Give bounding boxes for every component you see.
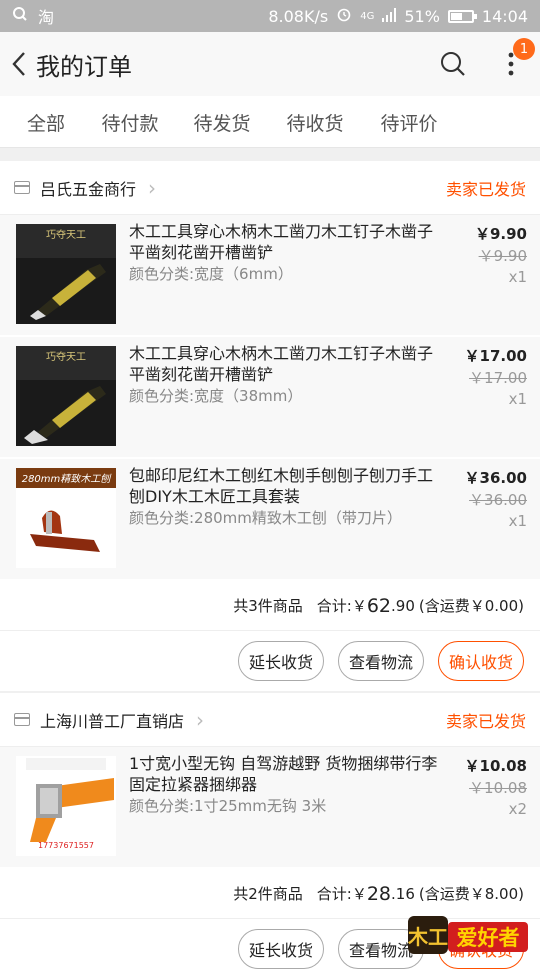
more-vertical-icon bbox=[508, 51, 514, 77]
battery-percent: 51% bbox=[404, 7, 440, 26]
tab-pending-receipt[interactable]: 待收货 bbox=[269, 96, 361, 148]
original-price: ￥9.90 bbox=[479, 245, 527, 266]
product-price: ￥17.00 bbox=[465, 345, 527, 366]
original-price: ￥36.00 bbox=[469, 489, 527, 510]
total-integer: 28 bbox=[367, 883, 391, 905]
notification-badge: 1 bbox=[513, 38, 535, 60]
view-logistics-button[interactable]: 查看物流 bbox=[338, 641, 424, 681]
product-quantity: x1 bbox=[509, 390, 527, 408]
total-integer: 62 bbox=[367, 595, 391, 617]
tab-all[interactable]: 全部 bbox=[10, 96, 82, 148]
search-button[interactable] bbox=[424, 32, 482, 96]
watermark-logo: 木工 爱好者 bbox=[408, 912, 530, 956]
back-arrow-icon bbox=[11, 51, 27, 77]
back-button[interactable] bbox=[4, 32, 34, 96]
product-image: 17737671557 bbox=[16, 756, 116, 856]
product-image-text: 17737671557 bbox=[38, 841, 94, 850]
chevron-right-icon: › bbox=[196, 708, 204, 732]
alarm-icon bbox=[336, 6, 352, 26]
product-quantity: x2 bbox=[509, 800, 527, 818]
product-image: 巧夺天工 bbox=[16, 224, 116, 324]
product-image-text: 巧夺天工 bbox=[46, 228, 86, 241]
product-image: 巧夺天工 bbox=[16, 346, 116, 446]
shipping-fee: (含运费￥8.00) bbox=[419, 883, 524, 904]
order-tabs: 全部 待付款 待发货 待收货 待评价 bbox=[0, 96, 540, 148]
shop-name: 上海川普工厂直销店 bbox=[40, 708, 184, 732]
product-image-text: 280mm精致木工刨 bbox=[22, 473, 113, 485]
signal-icon bbox=[382, 7, 396, 26]
battery-icon bbox=[448, 10, 474, 23]
order-actions: 延长收货 查看物流 确认收货 bbox=[0, 631, 540, 691]
search-icon bbox=[440, 51, 466, 77]
status-bar: 淘 8.08K/s 4G 51% 14:04 bbox=[0, 0, 540, 32]
watermark-text: 爱好者 bbox=[457, 926, 520, 950]
tab-pending-payment[interactable]: 待付款 bbox=[94, 96, 166, 148]
product-quantity: x1 bbox=[509, 512, 527, 530]
shop-name: 吕氏五金商行 bbox=[40, 176, 136, 200]
product-title: 1寸宽小型无钩 自驾游越野 货物捆绑带行李固定拉紧器捆绑器 bbox=[129, 753, 439, 795]
product-title: 包邮印尼红木工刨红木刨手刨刨子刨刀手工刨DIY木工木匠工具套装 bbox=[129, 465, 439, 507]
product-title: 木工工具穿心木柄木工凿刀木工钉子木凿子平凿刻花凿开槽凿铲 bbox=[129, 221, 439, 263]
more-button[interactable]: 1 bbox=[482, 32, 540, 96]
order-summary: 共3件商品 合计: ￥ 62 .90 (含运费￥0.00) bbox=[0, 581, 540, 631]
battery-level bbox=[451, 13, 462, 20]
original-price: ￥17.00 bbox=[469, 367, 527, 388]
order-item[interactable]: 巧夺天工 木工工具穿心木柄木工凿刀木工钉子木凿子平凿刻花凿开槽凿铲 颜色分类:宽… bbox=[0, 215, 540, 337]
product-image-text: 巧夺天工 bbox=[46, 350, 86, 363]
extend-receipt-button[interactable]: 延长收货 bbox=[238, 929, 324, 969]
product-spec: 颜色分类:280mm精致木工刨（带刀片） bbox=[129, 507, 402, 528]
product-quantity: x1 bbox=[509, 268, 527, 286]
total-label: 合计: bbox=[317, 883, 352, 904]
product-image: 280mm精致木工刨 bbox=[16, 468, 116, 568]
total-decimal: .90 bbox=[391, 597, 415, 615]
chevron-right-icon: › bbox=[148, 176, 156, 200]
total-currency: ￥ bbox=[352, 883, 367, 904]
order-item[interactable]: 17737671557 1寸宽小型无钩 自驾游越野 货物捆绑带行李固定拉紧器捆绑… bbox=[0, 747, 540, 869]
product-spec: 颜色分类:宽度（38mm） bbox=[129, 385, 302, 406]
order-item[interactable]: 巧夺天工 木工工具穿心木柄木工凿刀木工钉子木凿子平凿刻花凿开槽凿铲 颜色分类:宽… bbox=[0, 337, 540, 459]
product-price: ￥36.00 bbox=[465, 467, 527, 488]
app-header: 我的订单 1 bbox=[0, 32, 540, 96]
product-price: ￥9.90 bbox=[475, 223, 527, 244]
original-price: ￥10.08 bbox=[469, 777, 527, 798]
store-icon bbox=[14, 713, 30, 726]
order-card: 吕氏五金商行 › 卖家已发货 巧夺天工 木工工具穿心木柄木工凿刀木工钉子木凿子平… bbox=[0, 161, 540, 691]
store-icon bbox=[14, 181, 30, 194]
shipping-fee: (含运费￥0.00) bbox=[419, 595, 524, 616]
tab-pending-review[interactable]: 待评价 bbox=[370, 96, 448, 148]
taobao-status-icon: 淘 bbox=[38, 4, 54, 28]
confirm-receipt-button[interactable]: 确认收货 bbox=[438, 641, 524, 681]
watermark-logo-text: 木工 bbox=[408, 925, 448, 949]
network-speed: 8.08K/s bbox=[268, 7, 328, 26]
product-spec: 颜色分类:宽度（6mm） bbox=[129, 263, 293, 284]
item-count: 共2件商品 bbox=[233, 883, 303, 904]
shop-header[interactable]: 吕氏五金商行 › 卖家已发货 bbox=[0, 161, 540, 215]
total-decimal: .16 bbox=[391, 885, 415, 903]
search-status-icon bbox=[12, 6, 28, 26]
product-title: 木工工具穿心木柄木工凿刀木工钉子木凿子平凿刻花凿开槽凿铲 bbox=[129, 343, 439, 385]
clock: 14:04 bbox=[482, 7, 528, 26]
product-price: ￥10.08 bbox=[465, 755, 527, 776]
order-status: 卖家已发货 bbox=[446, 176, 526, 200]
product-spec: 颜色分类:1寸25mm无钩 3米 bbox=[129, 795, 326, 816]
order-status: 卖家已发货 bbox=[446, 708, 526, 732]
tab-pending-shipment[interactable]: 待发货 bbox=[186, 96, 258, 148]
order-item[interactable]: 280mm精致木工刨 包邮印尼红木工刨红木刨手刨刨子刨刀手工刨DIY木工木匠工具… bbox=[0, 459, 540, 581]
page-title: 我的订单 bbox=[36, 47, 132, 82]
total-currency: ￥ bbox=[352, 595, 367, 616]
network-type: 4G bbox=[360, 11, 374, 22]
extend-receipt-button[interactable]: 延长收货 bbox=[238, 641, 324, 681]
shop-header[interactable]: 上海川普工厂直销店 › 卖家已发货 bbox=[0, 693, 540, 747]
total-label: 合计: bbox=[317, 595, 352, 616]
item-count: 共3件商品 bbox=[233, 595, 303, 616]
